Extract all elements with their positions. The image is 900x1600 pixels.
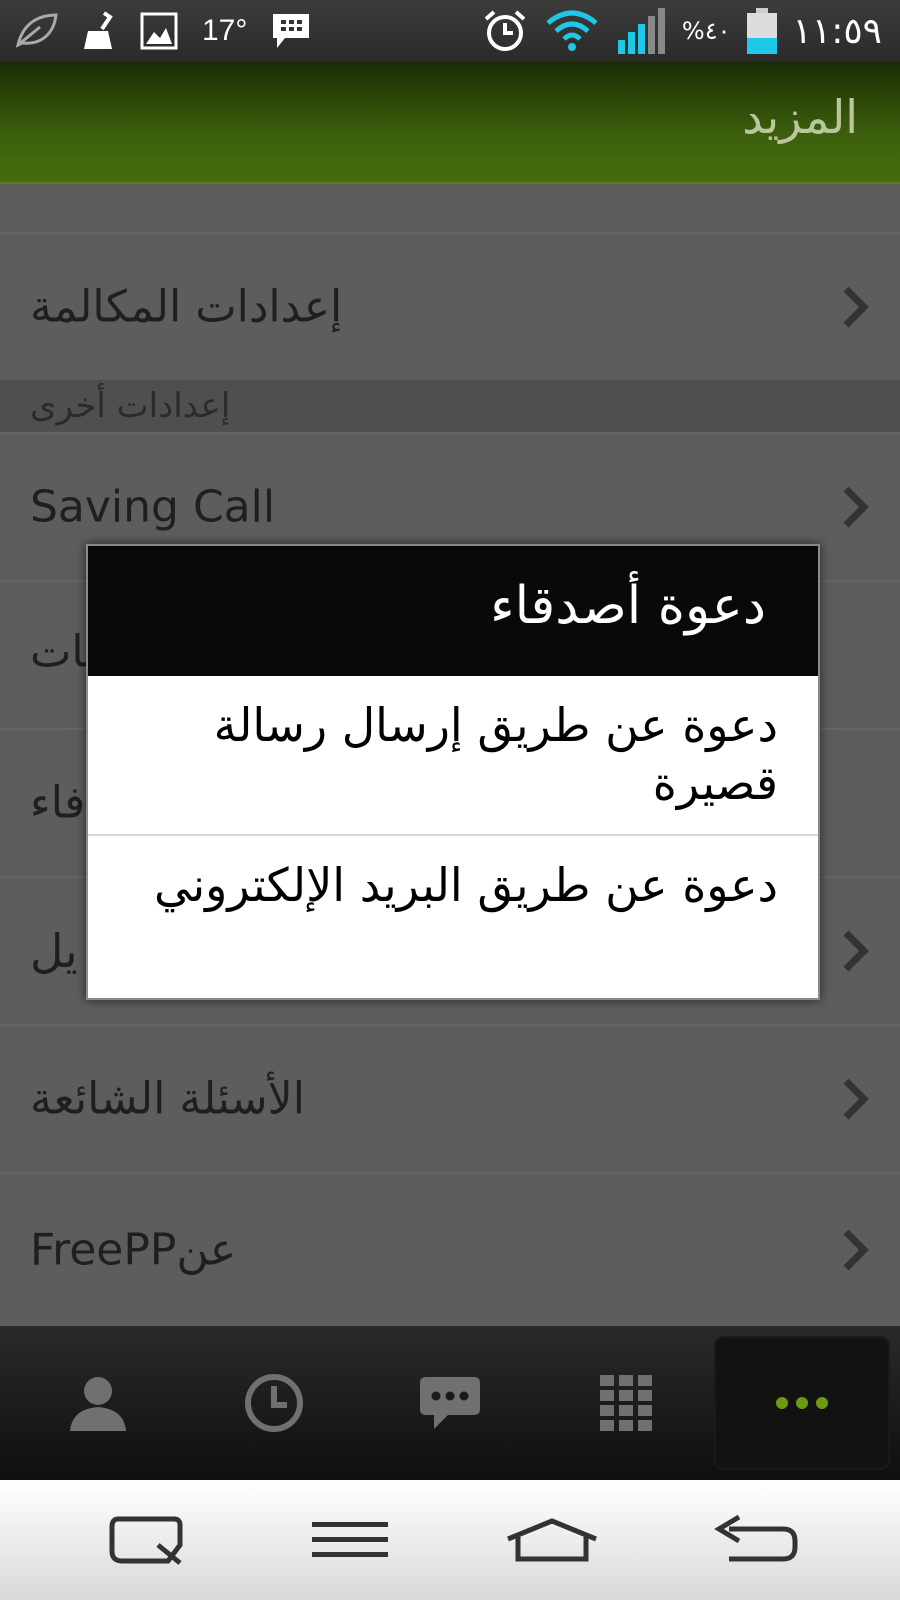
chevron-right-icon (843, 1078, 869, 1120)
chevron-right-icon (843, 930, 869, 972)
tab-contacts[interactable] (10, 1326, 186, 1480)
chevron-right-icon (843, 1229, 869, 1271)
title-bar: المزيد (0, 62, 900, 184)
invite-friends-dialog: دعوة أصدقاء دعوة عن طريق إرسال رسالة قصي… (86, 544, 820, 1000)
contacts-icon (70, 1377, 126, 1431)
back-icon (714, 1515, 798, 1562)
recents-icon (245, 1374, 303, 1432)
section-header-label: إعدادات أخرى (30, 386, 231, 426)
cleaner-icon (84, 11, 113, 49)
chevron-right-icon (843, 286, 869, 328)
status-bar: 17° %٤٠ ١١:٥٩ (0, 0, 900, 62)
list-item-faq[interactable]: الأسئلة الشائعة (0, 1024, 900, 1172)
bbm-icon (273, 14, 310, 48)
list-item-label: الأسئلة الشائعة (30, 1073, 305, 1125)
dialpad-icon (600, 1375, 652, 1431)
tab-dialpad[interactable] (538, 1326, 714, 1480)
home-button[interactable] (452, 1480, 652, 1600)
invite-via-email-option[interactable]: دعوة عن طريق البريد الإلكتروني (88, 836, 818, 998)
page-title: المزيد (742, 90, 858, 144)
list-item-label: إعدادات المكالمة (30, 281, 343, 333)
image-icon (140, 12, 178, 50)
chevron-right-icon (843, 486, 869, 528)
system-nav-bar (0, 1480, 900, 1600)
list-item-label: يل (30, 924, 78, 978)
tab-recents[interactable] (186, 1326, 362, 1480)
bottom-tab-bar (0, 1326, 900, 1480)
section-header-other: إعدادات أخرى (0, 380, 900, 432)
back-button[interactable] (654, 1480, 854, 1600)
tab-messages[interactable] (362, 1326, 538, 1480)
qslide-button[interactable] (48, 1480, 248, 1600)
invite-via-sms-option[interactable]: دعوة عن طريق إرسال رسالة قصيرة (88, 676, 818, 834)
signal-icon (617, 8, 665, 54)
option-label: دعوة عن طريق البريد الإلكتروني (154, 858, 778, 912)
messages-icon (420, 1377, 480, 1429)
clock-text: ١١:٥٩ (792, 10, 882, 52)
leaf-icon (15, 13, 58, 48)
more-icon (776, 1397, 828, 1409)
wifi-icon (546, 10, 598, 51)
dialog-title: دعوة أصدقاء (490, 576, 766, 636)
home-icon (507, 1518, 597, 1562)
list-item-about[interactable]: FreePPعن (0, 1172, 900, 1326)
qslide-icon (109, 1516, 183, 1565)
alarm-icon (484, 10, 526, 51)
tab-more[interactable] (714, 1336, 890, 1470)
battery-icon (746, 8, 777, 54)
option-label: دعوة عن طريق إرسال رسالة قصيرة (213, 698, 778, 810)
menu-icon (312, 1522, 388, 1557)
dialog-header: دعوة أصدقاء (88, 546, 818, 676)
menu-button[interactable] (250, 1480, 450, 1600)
list-item-label: فاء (30, 777, 86, 829)
battery-percent-text: %٤٠ (681, 17, 731, 45)
list-item-call-settings[interactable]: إعدادات المكالمة (0, 232, 900, 380)
list-item-label: FreePPعن (30, 1224, 237, 1276)
list-item-label: Saving Call (30, 481, 276, 533)
temperature-text: 17° (202, 14, 248, 47)
